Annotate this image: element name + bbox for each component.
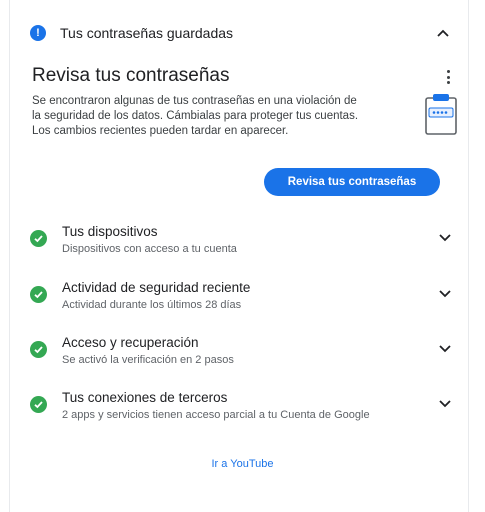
review-passwords-button[interactable]: Revisa tus contraseñas [264, 168, 440, 196]
chevron-down-icon[interactable] [438, 396, 452, 410]
breach-description: Se encontraron algunas de tus contraseña… [32, 95, 359, 137]
item-title: Actividad de seguridad reciente [62, 280, 251, 295]
chevron-up-icon[interactable] [436, 26, 450, 40]
header-title: Tus contraseñas guardadas [60, 25, 234, 41]
security-item-recent-activity[interactable]: Actividad de seguridad reciente Activida… [30, 280, 460, 324]
check-circle-icon [30, 286, 47, 303]
saved-passwords-header[interactable]: ! Tus contraseñas guardadas [30, 20, 460, 46]
item-title: Tus conexiones de terceros [62, 390, 228, 405]
security-item-third-party[interactable]: Tus conexiones de terceros 2 apps y serv… [30, 390, 460, 434]
item-subtitle: Dispositivos con acceso a tu cuenta [62, 243, 237, 255]
more-vert-icon[interactable] [445, 70, 451, 84]
clipboard-password-icon [425, 94, 457, 135]
check-circle-icon [30, 230, 47, 247]
check-circle-icon [30, 341, 47, 358]
go-to-youtube-link[interactable]: Ir a YouTube [0, 458, 485, 470]
item-subtitle: Se activó la verificación en 2 pasos [62, 354, 234, 366]
chevron-down-icon[interactable] [438, 286, 452, 300]
item-subtitle: 2 apps y servicios tienen acceso parcial… [62, 409, 370, 421]
item-title: Tus dispositivos [62, 224, 158, 239]
info-icon: ! [30, 25, 46, 41]
chevron-down-icon[interactable] [438, 341, 452, 355]
check-circle-icon [30, 396, 47, 413]
section-title: Revisa tus contraseñas [32, 65, 230, 86]
item-subtitle: Actividad durante los últimos 28 días [62, 299, 242, 311]
security-item-access-recovery[interactable]: Acceso y recuperación Se activó la verif… [30, 335, 460, 379]
chevron-down-icon[interactable] [438, 230, 452, 244]
item-title: Acceso y recuperación [62, 335, 199, 350]
security-item-devices[interactable]: Tus dispositivos Dispositivos con acceso… [30, 224, 460, 268]
